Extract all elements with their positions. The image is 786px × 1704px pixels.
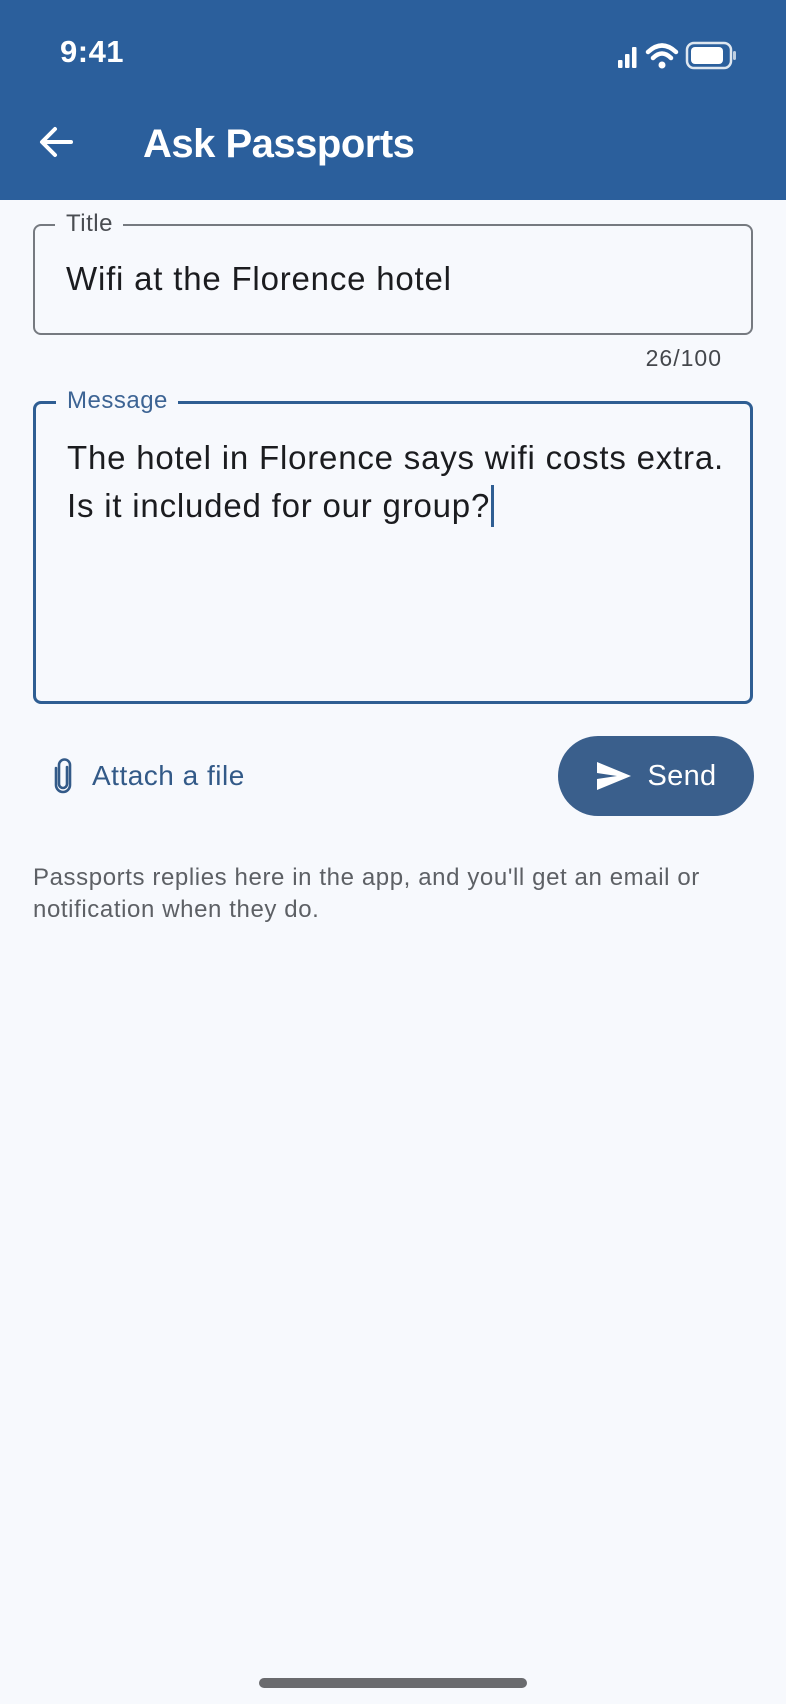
wifi-icon	[645, 43, 679, 69]
attach-file-label: Attach a file	[92, 760, 245, 791]
back-button[interactable]	[26, 112, 86, 172]
arrow-back-icon	[40, 127, 73, 157]
title-field-label: Title	[55, 210, 123, 238]
page-title: Ask Passports	[143, 122, 415, 166]
app-bar: 9:41 Ask Passports	[0, 0, 786, 200]
cellular-signal-icon	[618, 47, 637, 68]
send-button[interactable]: Send	[558, 736, 754, 816]
helper-text: Passports replies here in the app, and y…	[33, 864, 700, 923]
status-icons	[598, 38, 738, 74]
paperclip-icon	[54, 758, 72, 794]
title-input[interactable]: Wifi at the Florence hotel	[66, 260, 727, 298]
send-icon	[596, 762, 631, 790]
title-char-counter: 26/100	[645, 345, 722, 371]
message-field-label: Message	[56, 387, 178, 415]
message-field[interactable]: Message The hotel in Florence says wifi …	[33, 387, 753, 704]
message-input[interactable]: The hotel in Florence says wifi costs ex…	[67, 434, 726, 530]
title-field[interactable]: Title Wifi at the Florence hotel	[33, 210, 753, 335]
status-time: 9:41	[60, 34, 125, 69]
home-indicator[interactable]	[259, 1678, 527, 1688]
send-button-label: Send	[647, 759, 717, 792]
attach-file-button[interactable]: Attach a file	[52, 750, 245, 802]
message-text: The hotel in Florence says wifi costs ex…	[67, 439, 724, 524]
battery-icon	[685, 41, 736, 70]
text-cursor	[491, 485, 495, 527]
